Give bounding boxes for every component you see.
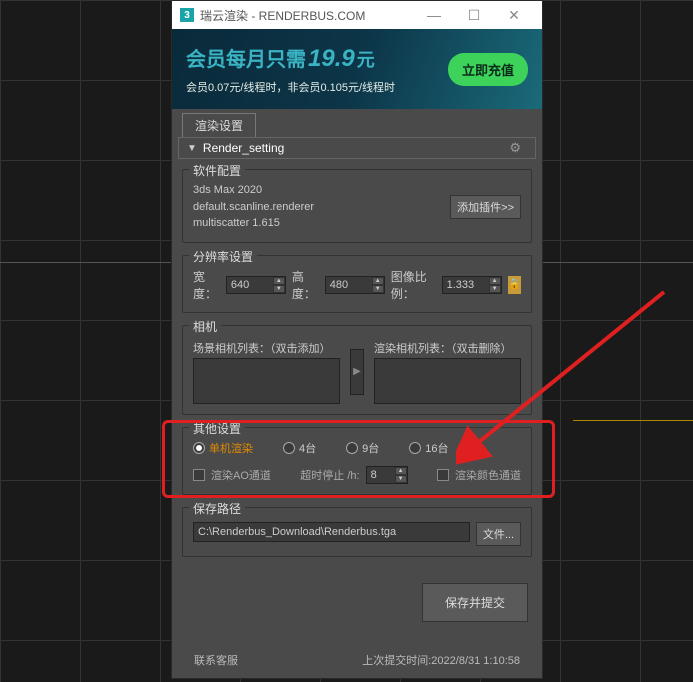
render-settings-window: 3 瑞云渲染 - RENDERBUS.COM — ☐ ✕ 会员每月只需 19.9… bbox=[171, 0, 543, 679]
group-other: 其他设置 单机渲染 4台 9台 16台 渲染AO通道 超时停止 /h: ▲▼ 渲… bbox=[182, 427, 532, 495]
group-title-save-path: 保存路径 bbox=[189, 500, 245, 517]
group-resolution: 分辨率设置 宽度： ▲▼ 高度： ▲▼ 图像比例： ▲▼ 🔒 bbox=[182, 255, 532, 313]
tabs: 渲染设置 bbox=[172, 109, 542, 137]
lock-icon[interactable]: 🔒 bbox=[508, 276, 521, 294]
collapse-icon: ▼ bbox=[187, 143, 197, 154]
radio-dot-icon bbox=[346, 442, 358, 454]
color-label: 渲染颜色通道 bbox=[455, 467, 521, 483]
down-icon[interactable]: ▼ bbox=[489, 285, 501, 293]
radio-dot-icon bbox=[283, 442, 295, 454]
panel-header[interactable]: ▼ Render_setting ⚙ bbox=[178, 137, 536, 159]
panel-content: 软件配置 3ds Max 2020 default.scanline.rende… bbox=[172, 159, 542, 678]
ratio-label: 图像比例： bbox=[391, 268, 436, 302]
up-icon[interactable]: ▲ bbox=[489, 277, 501, 285]
down-icon[interactable]: ▼ bbox=[395, 475, 407, 483]
banner-price: 19.9 bbox=[308, 45, 355, 73]
camera-transfer-button[interactable]: ▶ bbox=[350, 349, 364, 395]
down-icon[interactable]: ▼ bbox=[273, 285, 285, 293]
ao-label: 渲染AO通道 bbox=[211, 467, 271, 483]
close-button[interactable]: ✕ bbox=[494, 7, 534, 24]
app-icon: 3 bbox=[180, 8, 194, 22]
window-title: 瑞云渲染 - RENDERBUS.COM bbox=[200, 7, 414, 24]
height-label: 高度： bbox=[292, 268, 319, 302]
height-input[interactable] bbox=[326, 279, 372, 291]
ao-checkbox[interactable] bbox=[193, 469, 205, 481]
promo-banner: 会员每月只需 19.9 元 会员0.07元/线程时，非会员0.105元/线程时 … bbox=[172, 29, 542, 109]
gear-icon[interactable]: ⚙ bbox=[509, 140, 521, 156]
software-line-0: 3ds Max 2020 bbox=[193, 182, 314, 199]
titlebar[interactable]: 3 瑞云渲染 - RENDERBUS.COM — ☐ ✕ bbox=[172, 1, 542, 29]
banner-subtitle: 会员0.07元/线程时，非会员0.105元/线程时 bbox=[186, 79, 395, 95]
group-software: 软件配置 3ds Max 2020 default.scanline.rende… bbox=[182, 169, 532, 243]
group-save-path: 保存路径 文件... bbox=[182, 507, 532, 557]
tab-render-settings[interactable]: 渲染设置 bbox=[182, 113, 256, 137]
scene-camera-label: 场景相机列表：（双击添加） bbox=[193, 340, 340, 356]
width-label: 宽度： bbox=[193, 268, 220, 302]
minimize-button[interactable]: — bbox=[414, 7, 454, 23]
footer: 联系客服 上次提交时间:2022/8/31 1:10:58 bbox=[182, 646, 532, 676]
width-spinner[interactable]: ▲▼ bbox=[226, 276, 286, 294]
add-plugin-button[interactable]: 添加插件>> bbox=[450, 195, 521, 219]
down-icon[interactable]: ▼ bbox=[372, 285, 384, 293]
group-title-software: 软件配置 bbox=[189, 162, 245, 179]
up-icon[interactable]: ▲ bbox=[372, 277, 384, 285]
ratio-spinner[interactable]: ▲▼ bbox=[442, 276, 502, 294]
up-icon[interactable]: ▲ bbox=[395, 467, 407, 475]
render-camera-list[interactable] bbox=[374, 358, 521, 404]
timeout-label: 超时停止 /h: bbox=[300, 467, 359, 483]
group-title-other: 其他设置 bbox=[189, 420, 245, 437]
up-icon[interactable]: ▲ bbox=[273, 277, 285, 285]
radio-16[interactable]: 16台 bbox=[409, 440, 448, 456]
ratio-input[interactable] bbox=[443, 279, 489, 291]
radio-single[interactable]: 单机渲染 bbox=[193, 440, 253, 456]
scene-camera-list[interactable] bbox=[193, 358, 340, 404]
recharge-button[interactable]: 立即充值 bbox=[448, 53, 528, 86]
timeout-input[interactable] bbox=[367, 469, 395, 481]
save-path-input[interactable] bbox=[193, 522, 470, 542]
browse-file-button[interactable]: 文件... bbox=[476, 522, 521, 546]
radio-single-label: 单机渲染 bbox=[209, 440, 253, 456]
software-list: 3ds Max 2020 default.scanline.renderer m… bbox=[193, 182, 314, 232]
timeout-spinner[interactable]: ▲▼ bbox=[366, 466, 408, 484]
contact-support-link[interactable]: 联系客服 bbox=[194, 652, 238, 668]
banner-text-3: 元 bbox=[357, 46, 375, 72]
render-camera-label: 渲染相机列表：（双击删除） bbox=[374, 340, 521, 356]
radio-9[interactable]: 9台 bbox=[346, 440, 379, 456]
radio-4[interactable]: 4台 bbox=[283, 440, 316, 456]
radio-16-label: 16台 bbox=[425, 440, 448, 456]
radio-dot-icon bbox=[193, 442, 205, 454]
save-submit-button[interactable]: 保存并提交 bbox=[422, 583, 528, 622]
software-line-2: multiscatter 1.615 bbox=[193, 215, 314, 232]
radio-4-label: 4台 bbox=[299, 440, 316, 456]
maximize-button[interactable]: ☐ bbox=[454, 7, 494, 24]
group-camera: 相机 场景相机列表：（双击添加） ▶ 渲染相机列表：（双击删除） bbox=[182, 325, 532, 415]
height-spinner[interactable]: ▲▼ bbox=[325, 276, 385, 294]
group-title-camera: 相机 bbox=[189, 318, 221, 335]
banner-text-1: 会员每月只需 bbox=[186, 43, 306, 72]
group-title-resolution: 分辨率设置 bbox=[189, 248, 257, 265]
radio-9-label: 9台 bbox=[362, 440, 379, 456]
software-line-1: default.scanline.renderer bbox=[193, 199, 314, 216]
last-submit-time: 上次提交时间:2022/8/31 1:10:58 bbox=[362, 652, 520, 668]
radio-dot-icon bbox=[409, 442, 421, 454]
panel-title: Render_setting bbox=[203, 141, 284, 155]
width-input[interactable] bbox=[227, 279, 273, 291]
color-checkbox[interactable] bbox=[437, 469, 449, 481]
